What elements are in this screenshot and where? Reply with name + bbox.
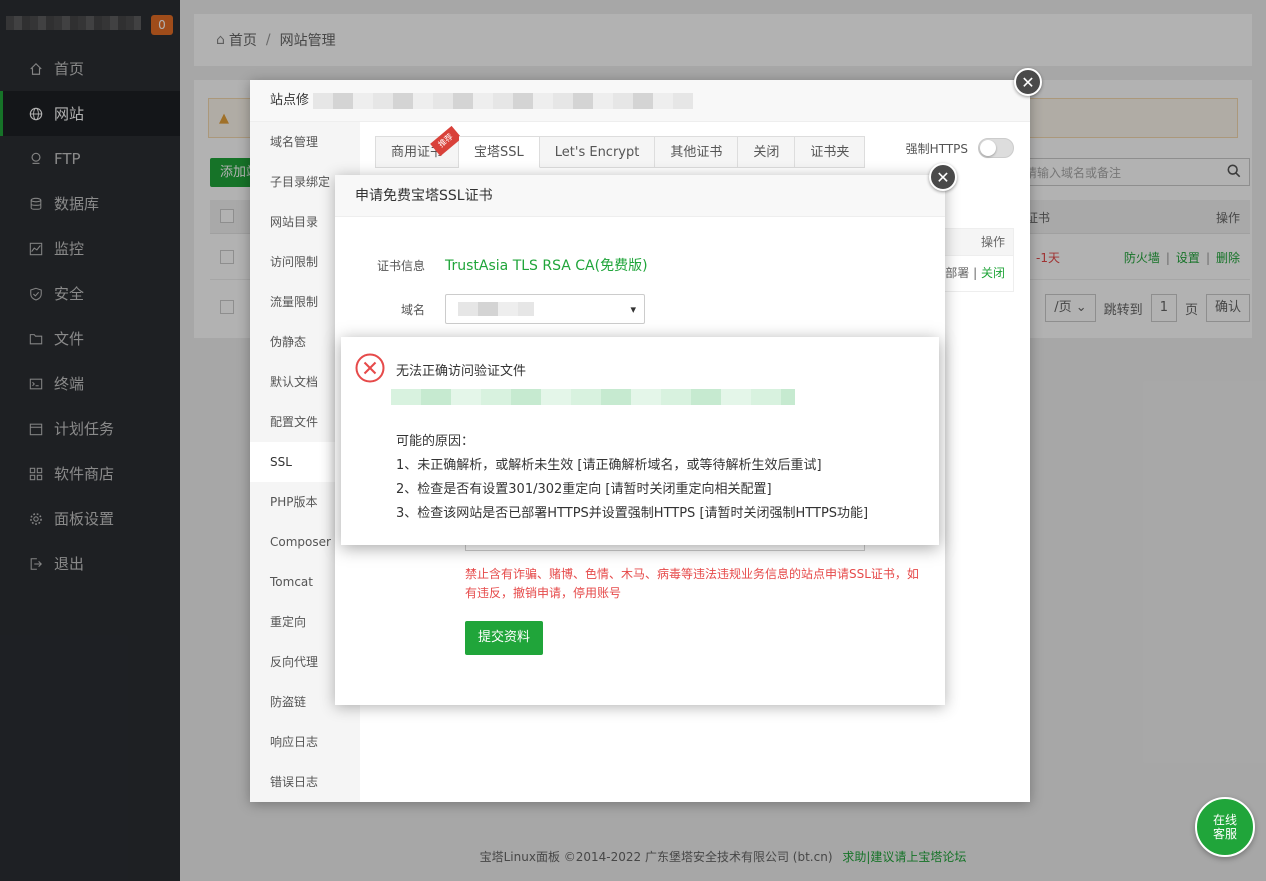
menu-error-log[interactable]: 错误日志 [250, 762, 360, 802]
tab-letsencrypt[interactable]: Let's Encrypt [539, 136, 656, 168]
domain-label: 域名 [400, 302, 425, 317]
deploy-text[interactable]: 部署 [945, 266, 969, 280]
error-icon [355, 353, 385, 383]
force-https-toggle[interactable] [978, 138, 1014, 158]
online-service-line2: 客服 [1212, 827, 1237, 841]
force-https-label: 强制HTTPS [905, 141, 968, 156]
error-title: 无法正确访问验证文件 [396, 364, 527, 379]
close-icon: ✕ [936, 167, 950, 187]
menu-domain[interactable]: 域名管理 [250, 122, 360, 162]
verify-url-redacted [391, 389, 795, 405]
domain-value-redacted [458, 302, 534, 316]
force-https-control: 强制HTTPS [906, 138, 1014, 158]
cert-info-row: 证书信息 TrustAsia TLS RSA CA(免费版) [335, 255, 648, 275]
modal-title: 站点修 [250, 80, 1030, 122]
online-service-label: 在线 客服 [1213, 813, 1237, 841]
modal-title-text: 站点修 [270, 92, 310, 108]
chevron-down-icon: ▾ [630, 302, 636, 316]
close-link[interactable]: 关闭 [981, 266, 1005, 280]
menu-access-log[interactable]: 响应日志 [250, 722, 360, 762]
ssl-modal-title: 申请免费宝塔SSL证书 [335, 175, 945, 217]
close-icon: ✕ [1021, 72, 1035, 92]
reason-item: 3、检查该网站是否已部署HTTPS并设置强制HTTPS [请暂时关闭强制HTTP… [396, 506, 869, 521]
tab-other-cert[interactable]: 其他证书 [655, 136, 739, 168]
cert-info-label: 证书信息 [376, 258, 425, 273]
error-reasons: 可能的原因： 1、未正确解析，或解析未生效 [请正确解析域名，或等待解析生效后重… [396, 430, 868, 526]
site-name-redacted [313, 92, 694, 109]
ssl-tabs: 商用证书 推荐 宝塔SSL Let's Encrypt 其他证书 关闭 证书夹 [375, 125, 866, 168]
reason-item: 1、未正确解析，或解析未生效 [请正确解析域名，或等待解析生效后重试] [396, 458, 822, 473]
error-dialog: 无法正确访问验证文件 可能的原因： 1、未正确解析，或解析未生效 [请正确解析域… [341, 337, 939, 545]
close-ssl-modal-button[interactable]: ✕ [929, 163, 957, 191]
online-service-line1: 在线 [1212, 813, 1237, 827]
tab-bt-ssl[interactable]: 宝塔SSL [459, 136, 540, 168]
reasons-title: 可能的原因： [396, 434, 475, 449]
tab-cert-folder[interactable]: 证书夹 [795, 136, 866, 168]
close-site-modal-button[interactable]: ✕ [1014, 68, 1042, 96]
cert-info-value: TrustAsia TLS RSA CA(免费版) [445, 258, 648, 274]
reason-item: 2、检查是否有设置301/302重定向 [请暂时关闭重定向相关配置] [396, 482, 772, 497]
online-service-button[interactable]: 在线 客服 [1195, 797, 1255, 857]
submit-button[interactable]: 提交资料 [465, 621, 544, 655]
tab-commercial[interactable]: 商用证书 推荐 [375, 125, 462, 168]
domain-row: 域名 ▾ [335, 294, 645, 324]
domain-select[interactable]: ▾ [445, 294, 645, 324]
compliance-warning: 禁止含有诈骗、赌博、色情、木马、病毒等违法违规业务信息的站点申请SSL证书，如有… [465, 567, 919, 600]
tab-close[interactable]: 关闭 [738, 136, 796, 168]
